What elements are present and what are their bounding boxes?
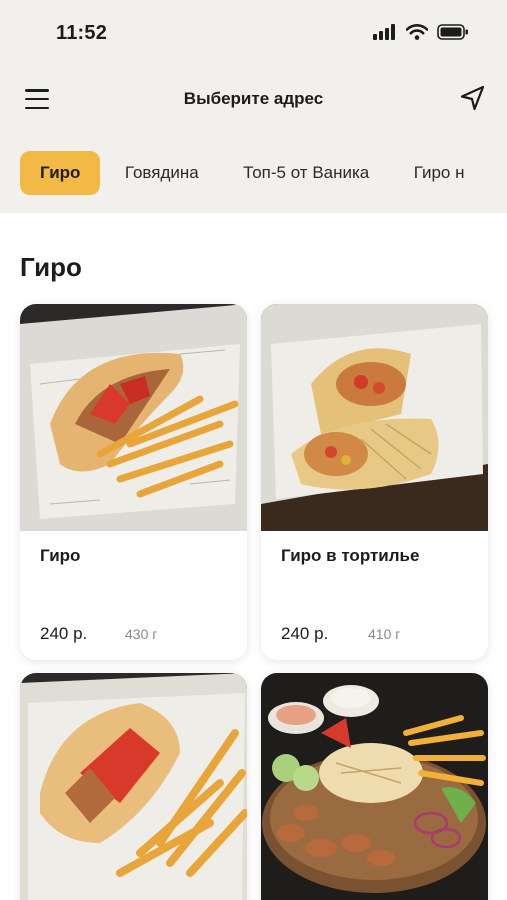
product-name: Гиро (40, 546, 81, 565)
status-bar: 11:52 (0, 0, 507, 62)
product-weight: 430 г (125, 626, 158, 642)
app-header: Выберите адрес (0, 78, 507, 122)
product-price: 240 р. (40, 624, 88, 643)
product-card[interactable]: Гиро 240 р. 430 г (20, 304, 247, 660)
tab-beef[interactable]: Говядина (105, 151, 219, 195)
product-image (261, 304, 488, 531)
tab-giro-more[interactable]: Гиро н (394, 151, 485, 195)
product-card[interactable]: Гиро в тортилье 240 р. 410 г (261, 304, 488, 660)
tab-giro[interactable]: Гиро (20, 151, 101, 195)
address-title[interactable]: Выберите адрес (0, 89, 507, 109)
status-icons (373, 24, 469, 40)
section-title: Гиро (20, 252, 82, 282)
battery-icon (437, 24, 468, 40)
product-image (20, 304, 247, 531)
tab-top5[interactable]: Топ-5 от Ваника (223, 151, 389, 195)
wifi-icon (406, 24, 428, 40)
product-card[interactable] (20, 673, 247, 900)
product-image (261, 673, 488, 900)
top-panel: 11:52 Выберите адрес Гиро Говядина Топ-5… (0, 0, 507, 213)
product-price: 240 р. (281, 624, 329, 643)
product-card[interactable] (261, 673, 488, 900)
product-name: Гиро в тортилье (281, 546, 420, 565)
status-time: 11:52 (56, 22, 108, 44)
product-weight: 410 г (368, 626, 401, 642)
product-image (20, 673, 247, 900)
category-tabs: Гиро Говядина Топ-5 от Ваника Гиро н (20, 151, 507, 195)
signal-icon (373, 24, 395, 40)
navigation-arrow-icon[interactable] (457, 82, 489, 114)
